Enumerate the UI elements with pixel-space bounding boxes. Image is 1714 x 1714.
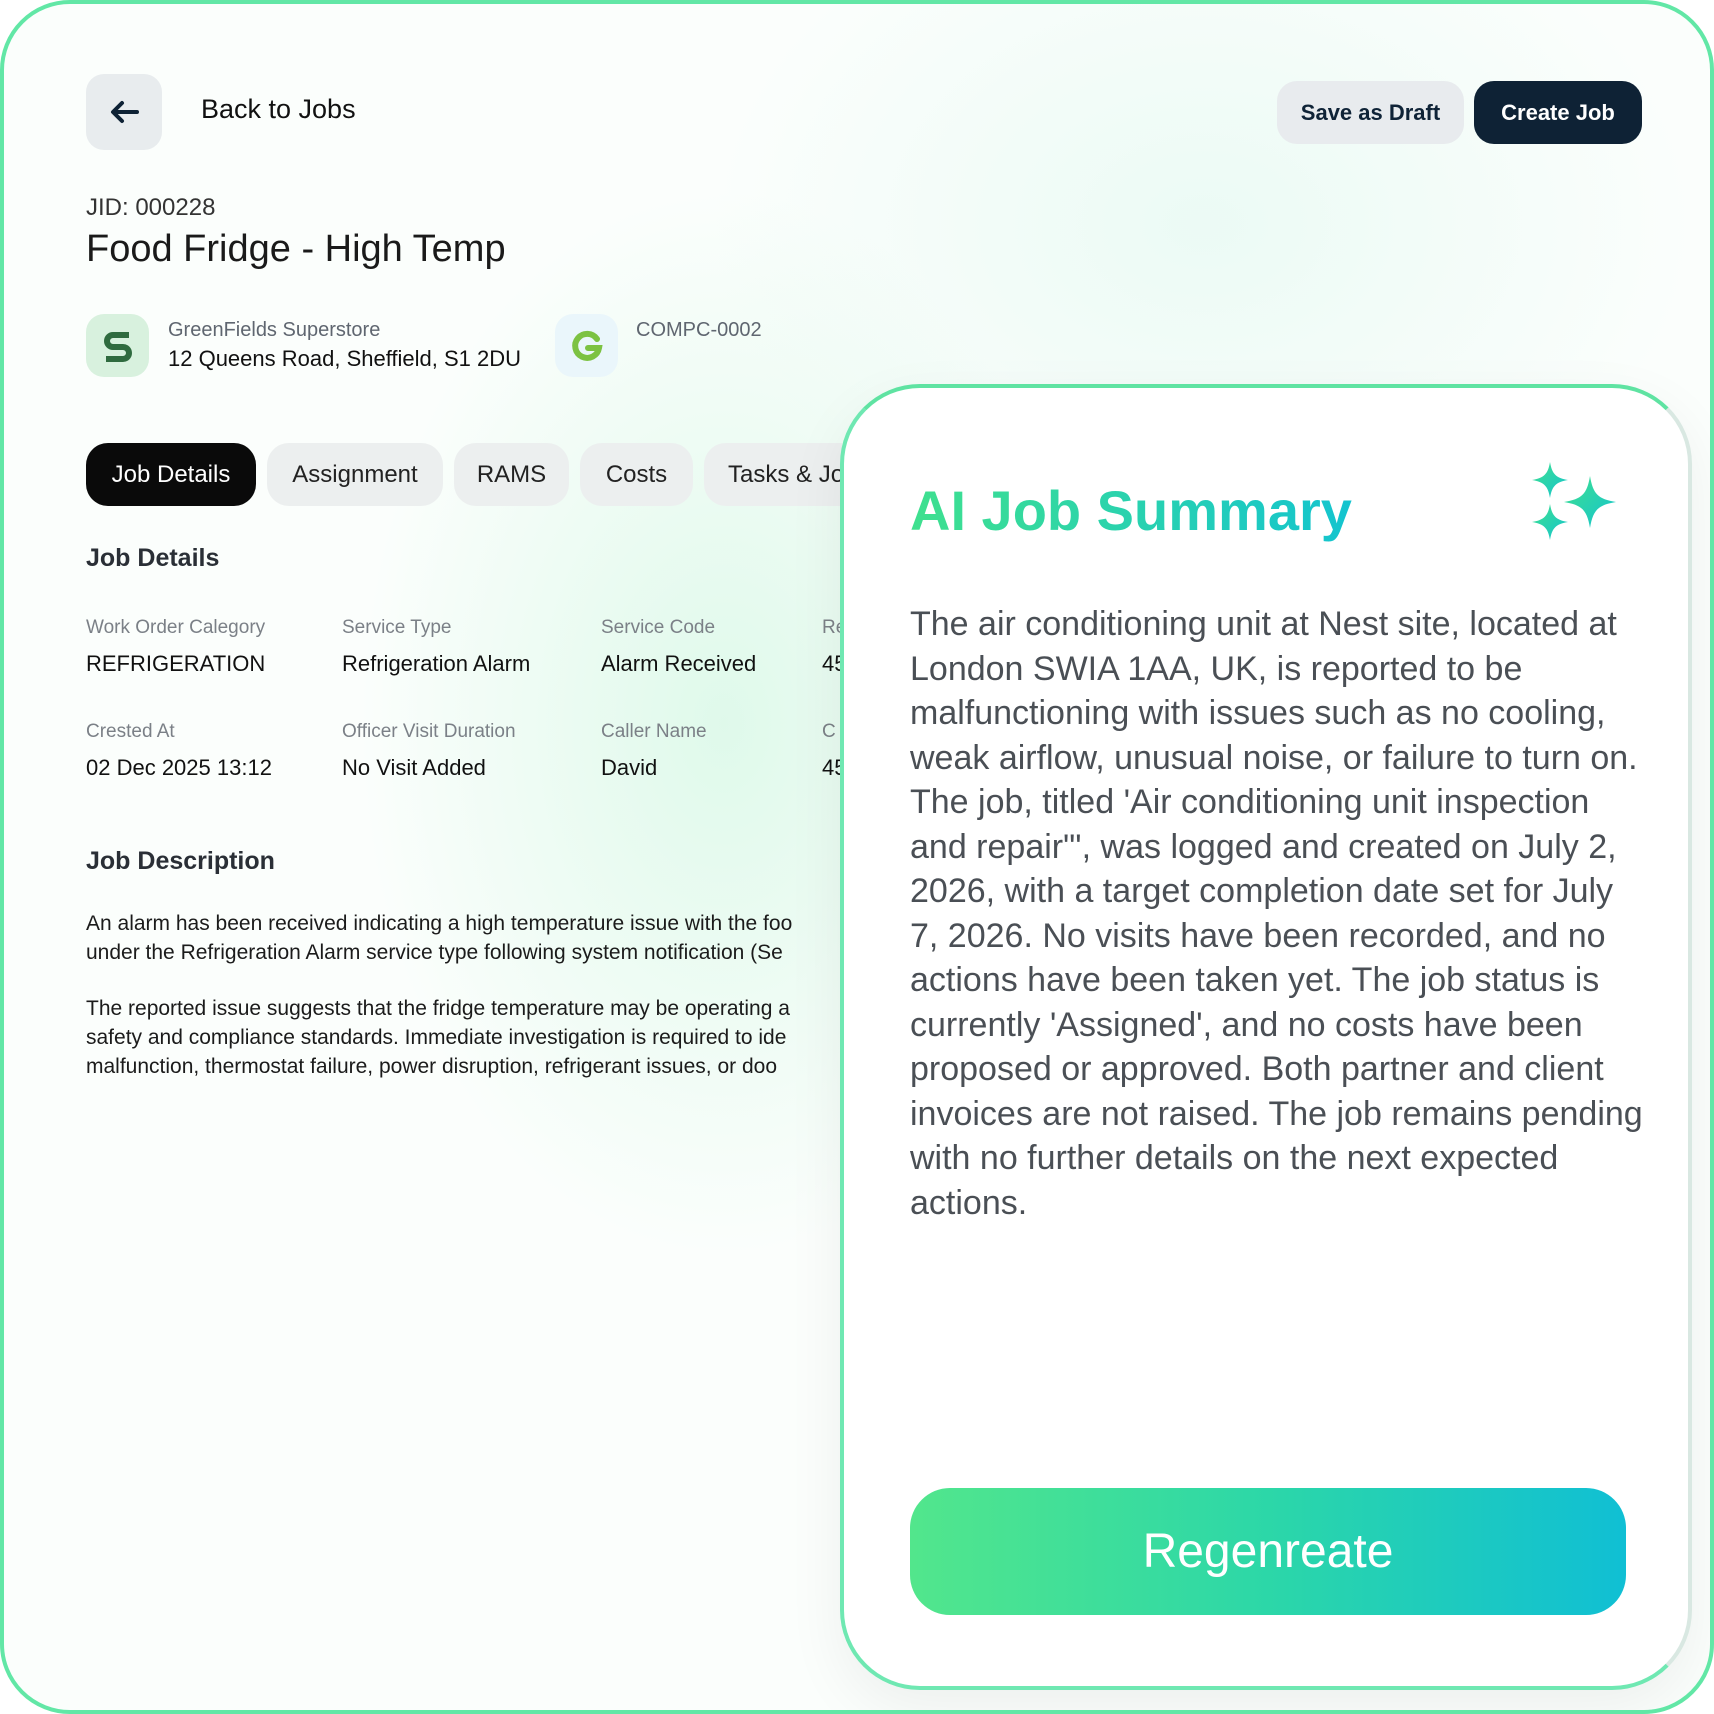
field-value: 45: [822, 755, 842, 780]
company-logo-icon: [555, 314, 618, 377]
field-label: Service Code: [601, 617, 716, 638]
ai-summary-text: The air conditioning unit at Nest site, …: [910, 605, 1643, 1222]
job-page: Back to Jobs JID: 000228 Food Fridge - H…: [4, 4, 842, 1710]
tab-costs[interactable]: Costs: [580, 443, 693, 506]
job-id: JID: 000228: [86, 194, 216, 221]
field-value: Alarm Received: [601, 651, 757, 676]
create-job-button[interactable]: Create Job: [1474, 81, 1642, 144]
tab-rams[interactable]: RAMS: [454, 443, 569, 506]
field-label: Officer Visit Duration: [342, 721, 516, 742]
field-label: Work Order Calegory: [86, 617, 266, 638]
g-logo-icon: [571, 330, 603, 361]
field-label: Re: [822, 617, 842, 638]
ai-summary-title: AI Job Summary: [910, 479, 1352, 542]
app-frame: Back to Jobs JID: 000228 Food Fridge - H…: [0, 0, 1714, 1714]
sparkle-icon: [1532, 462, 1616, 540]
job-details-heading: Job Details: [86, 544, 220, 572]
description-line: malfunction, thermostat failure, power d…: [86, 1055, 778, 1078]
tab-assignment[interactable]: Assignment: [267, 443, 443, 506]
job-description-heading: Job Description: [86, 847, 275, 875]
arrow-left-icon: [111, 101, 139, 123]
field-value: Refrigeration Alarm: [342, 651, 531, 676]
description-line: An alarm has been received indicating a …: [86, 912, 793, 935]
site-name: GreenFields Superstore: [168, 319, 381, 341]
field-value: 02 Dec 2025 13:12: [86, 755, 272, 780]
field-value: 45: [822, 651, 842, 676]
field-label: C: [822, 721, 836, 742]
client-logo-icon: [86, 314, 149, 377]
field-label: Crested At: [86, 721, 175, 742]
field-value: REFRIGERATION: [86, 651, 266, 676]
field-value: David: [601, 755, 658, 780]
description-line: The reported issue suggests that the fri…: [86, 997, 790, 1020]
s-logo-icon: [103, 331, 132, 362]
company-code: COMPC-0002: [636, 319, 762, 341]
page-title: Food Fridge - High Temp: [86, 228, 506, 270]
tab-tasks[interactable]: Tasks & Jo: [704, 443, 842, 506]
back-to-jobs-link[interactable]: Back to Jobs: [201, 94, 356, 125]
field-value: No Visit Added: [342, 755, 486, 780]
description-line: safety and compliance standards. Immedia…: [86, 1026, 787, 1049]
description-line: under the Refrigeration Alarm service ty…: [86, 941, 783, 964]
field-label: Service Type: [342, 617, 452, 638]
site-address: 12 Queens Road, Sheffield, S1 2DU: [168, 346, 522, 371]
ai-summary-card: AI Job Summary The air conditioning unit…: [840, 384, 1692, 1690]
tab-job-details[interactable]: Job Details: [86, 443, 256, 506]
back-button[interactable]: [86, 74, 162, 150]
regenerate-button[interactable]: Regenreate: [910, 1488, 1626, 1615]
save-as-draft-button[interactable]: Save as Draft: [1277, 81, 1464, 144]
field-label: Caller Name: [601, 721, 707, 742]
